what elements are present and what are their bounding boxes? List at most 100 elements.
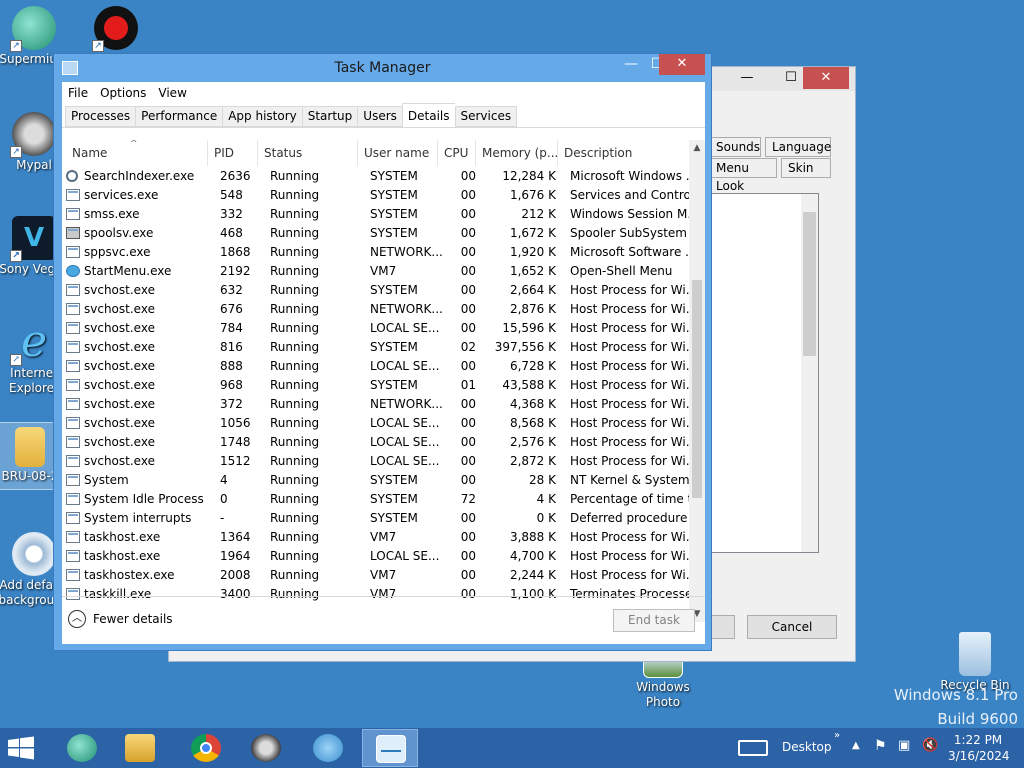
- task-manager-titlebar[interactable]: Task Manager — ☐ ✕: [54, 54, 711, 84]
- column-header-name[interactable]: ^ Name: [62, 140, 208, 166]
- table-row[interactable]: SearchIndexer.exe 2636 Running SYSTEM 00 12,2…: [62, 167, 689, 186]
- process-user: VM7: [370, 530, 397, 544]
- process-status: Running: [270, 530, 320, 544]
- process-description: Host Process for Wi...: [570, 283, 689, 297]
- process-status: Running: [270, 473, 320, 487]
- process-status: Running: [270, 283, 320, 297]
- table-row[interactable]: svchost.exe 1748 Running LOCAL SE... 00 2,576…: [62, 433, 689, 452]
- tab-details[interactable]: Details: [401, 103, 455, 127]
- start-button[interactable]: [6, 736, 42, 760]
- ok-button[interactable]: [709, 615, 735, 639]
- column-header-description[interactable]: Description: [558, 140, 689, 166]
- menu-options[interactable]: Options: [94, 82, 152, 104]
- table-row[interactable]: taskkill.exe 3400 Running VM7 00 1,100 K Termi…: [62, 585, 689, 604]
- table-row[interactable]: sppsvc.exe 1868 Running NETWORK... 00 1,920 K…: [62, 243, 689, 262]
- table-row[interactable]: System Idle Process 0 Running SYSTEM 72 4 K Pe…: [62, 490, 689, 509]
- tab-menu-look[interactable]: Menu Look: [709, 158, 777, 193]
- tab-services[interactable]: Services: [454, 106, 518, 127]
- desktop-icon-recycle-bin[interactable]: Recycle Bin: [938, 632, 1012, 693]
- table-row[interactable]: svchost.exe 888 Running LOCAL SE... 00 6,728 …: [62, 357, 689, 376]
- taskbar-file-explorer[interactable]: [112, 729, 168, 767]
- process-status: Running: [270, 302, 320, 316]
- tab-language[interactable]: Language: [765, 137, 831, 157]
- fewer-details-button[interactable]: ︿ Fewer details: [68, 610, 173, 628]
- taskbar-chrome[interactable]: [178, 729, 234, 767]
- column-header-pid[interactable]: PID: [208, 140, 258, 166]
- table-row[interactable]: svchost.exe 816 Running SYSTEM 02 397,556 K Ho…: [62, 338, 689, 357]
- cancel-button[interactable]: Cancel: [747, 615, 837, 639]
- scrollbar-thumb[interactable]: [803, 212, 816, 356]
- table-row[interactable]: svchost.exe 1512 Running LOCAL SE... 00 2,872…: [62, 452, 689, 471]
- process-name: svchost.exe: [84, 359, 155, 373]
- process-status: Running: [270, 416, 320, 430]
- desktop-icon-recorder[interactable]: ↗: [80, 6, 152, 52]
- table-row[interactable]: taskhost.exe 1364 Running VM7 00 3,888 K Host …: [62, 528, 689, 547]
- task-manager-icon: [376, 735, 406, 763]
- process-user: LOCAL SE...: [370, 549, 440, 563]
- table-row[interactable]: svchost.exe 784 Running LOCAL SE... 00 15,596…: [62, 319, 689, 338]
- application-icon: [66, 398, 80, 410]
- skin-list[interactable]: [709, 193, 819, 553]
- dialog-maximize-button[interactable]: ☐: [777, 67, 805, 89]
- table-row[interactable]: System interrupts - Running SYSTEM 00 0 K Defe…: [62, 509, 689, 528]
- close-button[interactable]: ✕: [659, 54, 705, 75]
- action-center-flag-icon[interactable]: ⚑: [874, 738, 887, 754]
- skin-list-scrollbar[interactable]: [801, 194, 818, 552]
- process-cpu: 00: [460, 283, 476, 297]
- menu-view[interactable]: View: [152, 82, 192, 104]
- table-row[interactable]: svchost.exe 1056 Running LOCAL SE... 00 8,568…: [62, 414, 689, 433]
- dialog-minimize-button[interactable]: —: [733, 67, 761, 89]
- tab-skin[interactable]: Skin: [781, 158, 831, 178]
- column-header-memory[interactable]: Memory (p...: [476, 140, 558, 166]
- process-name: services.exe: [84, 188, 159, 202]
- taskbar-start-menu[interactable]: [300, 729, 356, 767]
- table-row[interactable]: svchost.exe 632 Running SYSTEM 00 2,664 K Host…: [62, 281, 689, 300]
- desktop-toolbar-label[interactable]: Desktop: [782, 740, 832, 754]
- table-row[interactable]: svchost.exe 676 Running NETWORK... 00 2,876 K…: [62, 300, 689, 319]
- show-hidden-icons-icon[interactable]: ▲: [852, 740, 860, 751]
- process-name: taskhostex.exe: [84, 568, 175, 582]
- scroll-up-icon[interactable]: ▲: [689, 140, 705, 156]
- application-icon: [66, 322, 80, 334]
- taskbar-supermium[interactable]: [54, 729, 110, 767]
- taskbar-task-manager[interactable]: [362, 729, 418, 767]
- table-row[interactable]: smss.exe 332 Running SYSTEM 00 212 K Windows S…: [62, 205, 689, 224]
- taskbar-mypal[interactable]: [238, 729, 294, 767]
- network-icon[interactable]: ▣: [898, 738, 910, 753]
- minimize-button[interactable]: —: [618, 55, 644, 75]
- process-name: System interrupts: [84, 511, 192, 525]
- tab-sounds[interactable]: Sounds: [709, 137, 761, 157]
- tab-users[interactable]: Users: [357, 106, 402, 127]
- table-row[interactable]: taskhostex.exe 2008 Running VM7 00 2,244 K Hos…: [62, 566, 689, 585]
- toolbar-expand-icon[interactable]: »: [834, 730, 840, 741]
- column-header-status[interactable]: Status: [258, 140, 358, 166]
- process-status: Running: [270, 264, 320, 278]
- table-row[interactable]: spoolsv.exe 468 Running SYSTEM 00 1,672 K Spoo…: [62, 224, 689, 243]
- column-header-user-name[interactable]: User name: [358, 140, 438, 166]
- task-manager-client: File Options View Processes Performance …: [62, 82, 705, 644]
- table-row[interactable]: svchost.exe 968 Running SYSTEM 01 43,588 K Hos…: [62, 376, 689, 395]
- table-scrollbar[interactable]: ▲ ▼: [689, 140, 705, 622]
- scrollbar-thumb[interactable]: [692, 280, 702, 498]
- menu-file[interactable]: File: [62, 82, 94, 104]
- process-description: Host Process for Wi...: [570, 568, 689, 582]
- dialog-close-button[interactable]: ✕: [803, 67, 849, 89]
- tab-performance[interactable]: Performance: [135, 106, 223, 127]
- end-task-button[interactable]: End task: [613, 609, 695, 632]
- table-row[interactable]: taskhost.exe 1964 Running LOCAL SE... 00 4,70…: [62, 547, 689, 566]
- tab-startup[interactable]: Startup: [301, 106, 358, 127]
- table-row[interactable]: System 4 Running SYSTEM 00 28 K NT Kernel & Sy…: [62, 471, 689, 490]
- process-cpu: 00: [460, 207, 476, 221]
- tab-app-history[interactable]: App history: [222, 106, 302, 127]
- touch-keyboard-icon[interactable]: [738, 740, 768, 756]
- table-row[interactable]: StartMenu.exe 2192 Running VM7 00 1,652 K Open…: [62, 262, 689, 281]
- column-header-cpu[interactable]: CPU: [438, 140, 476, 166]
- desktop-icon-photo-viewer[interactable]: Windows Photo View...: [626, 656, 700, 710]
- table-row[interactable]: services.exe 548 Running SYSTEM 00 1,676 K Ser…: [62, 186, 689, 205]
- taskbar-clock[interactable]: 1:22 PM 3/16/2024: [948, 732, 1010, 764]
- process-pid: 4: [220, 473, 228, 487]
- volume-muted-icon[interactable]: 🔇: [922, 738, 938, 753]
- table-row[interactable]: svchost.exe 372 Running NETWORK... 00 4,368 K…: [62, 395, 689, 414]
- tab-processes[interactable]: Processes: [65, 106, 136, 127]
- clock-date: 3/16/2024: [948, 749, 1010, 763]
